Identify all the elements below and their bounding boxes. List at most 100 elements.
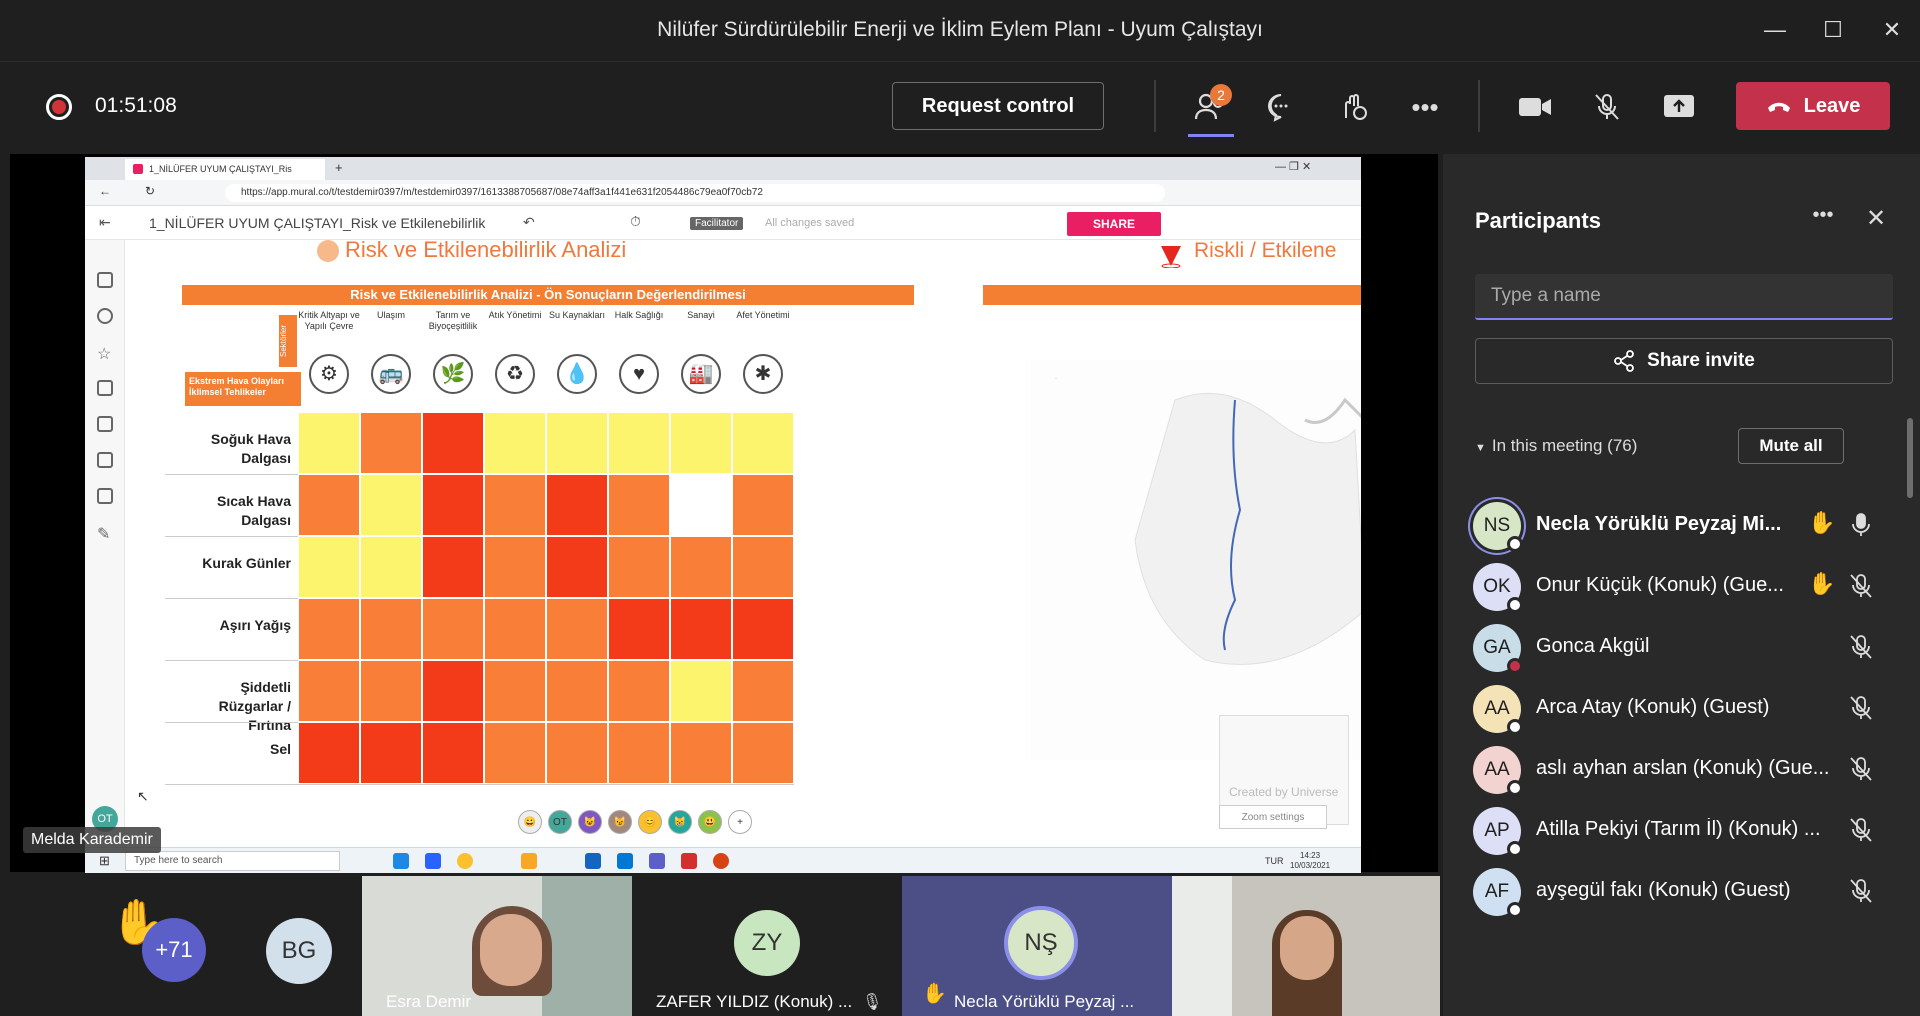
powerpoint-icon[interactable] <box>713 853 729 869</box>
risk-cell[interactable] <box>546 722 608 784</box>
risk-cell[interactable] <box>298 722 360 784</box>
risk-cell[interactable] <box>360 536 422 598</box>
share-invite-button[interactable]: Share invite <box>1475 338 1893 384</box>
risk-cell[interactable] <box>484 536 546 598</box>
mic-off-icon[interactable] <box>1848 878 1874 904</box>
risk-cell[interactable] <box>732 598 794 660</box>
exit-icon[interactable]: ⇤ <box>99 214 111 231</box>
mute-all-button[interactable]: Mute all <box>1738 428 1844 464</box>
collaborator-avatar[interactable]: 😼 <box>608 810 632 834</box>
minimize-icon[interactable]: — <box>1755 10 1795 50</box>
star-icon[interactable]: ☆ <box>97 344 113 363</box>
risk-cell[interactable] <box>360 412 422 474</box>
collaborator-avatar[interactable]: 😺 <box>578 810 602 834</box>
risk-cell[interactable] <box>670 474 732 536</box>
in-meeting-header[interactable]: ▼ In this meeting (76) <box>1475 436 1637 456</box>
browser-tab[interactable]: 1_NİLÜFER UYUM ÇALIŞTAYI_Ris <box>125 159 325 180</box>
participant-row[interactable]: AF ayşegül fakı (Konuk) (Guest) <box>1443 852 1903 927</box>
edge-icon[interactable] <box>393 853 409 869</box>
import-icon[interactable] <box>97 488 113 504</box>
video-tile-necla[interactable]: NŞ ✋ Necla Yörüklü Peyzaj ... <box>902 876 1172 1016</box>
risk-cell[interactable] <box>298 474 360 536</box>
risk-cell[interactable] <box>360 474 422 536</box>
risk-cell[interactable] <box>422 412 484 474</box>
mic-off-icon[interactable] <box>1848 573 1874 599</box>
windows-start-icon[interactable]: ⊞ <box>99 853 110 869</box>
participant-search-input[interactable] <box>1475 274 1893 320</box>
pencil-icon[interactable]: ✎ <box>97 524 113 543</box>
share-screen-icon[interactable] <box>1656 84 1702 130</box>
risk-cell[interactable] <box>484 722 546 784</box>
risk-cell[interactable] <box>608 722 670 784</box>
chat-icon[interactable] <box>1258 84 1304 130</box>
risk-cell[interactable] <box>422 722 484 784</box>
risk-cell[interactable] <box>670 722 732 784</box>
risk-cell[interactable] <box>422 474 484 536</box>
risk-cell[interactable] <box>546 412 608 474</box>
zoom-settings-button[interactable]: Zoom settings <box>1219 805 1327 829</box>
mic-icon[interactable] <box>1848 512 1874 538</box>
maximize-icon[interactable]: ☐ <box>1813 10 1853 50</box>
risk-cell[interactable] <box>670 536 732 598</box>
risk-cell[interactable] <box>608 536 670 598</box>
participants-icon[interactable]: 2 <box>1188 84 1234 130</box>
risk-cell[interactable] <box>670 598 732 660</box>
mural-board-title[interactable]: 1_NİLÜFER UYUM ÇALIŞTAYI_Risk ve Etkilen… <box>149 215 485 231</box>
word-icon[interactable] <box>585 853 601 869</box>
keyboard-language[interactable]: TUR <box>1265 856 1284 866</box>
risk-cell[interactable] <box>608 412 670 474</box>
mic-off-icon[interactable] <box>1848 756 1874 782</box>
undo-icon[interactable]: ↶ <box>523 214 535 231</box>
mural-canvas[interactable]: Risk ve Etkilenebilirlik Analizi Riskli … <box>125 240 1361 847</box>
risk-cell[interactable] <box>484 598 546 660</box>
teams-icon[interactable] <box>649 853 665 869</box>
risk-cell[interactable] <box>484 660 546 722</box>
panel-scrollbar[interactable] <box>1907 418 1913 498</box>
risk-cell[interactable] <box>360 722 422 784</box>
mic-off-icon[interactable] <box>1848 634 1874 660</box>
app-icon[interactable] <box>425 853 441 869</box>
collaborator-avatar[interactable]: 😀 <box>518 810 542 834</box>
risk-cell[interactable] <box>732 722 794 784</box>
risk-cell[interactable] <box>732 536 794 598</box>
risk-cell[interactable] <box>360 598 422 660</box>
image-icon[interactable] <box>97 416 113 432</box>
url-field[interactable]: https://app.mural.co/t/testdemir0397/m/t… <box>225 184 1165 202</box>
risk-cell[interactable] <box>546 474 608 536</box>
mic-off-icon[interactable] <box>1848 695 1874 721</box>
risk-cell[interactable] <box>546 660 608 722</box>
risk-cell[interactable] <box>298 412 360 474</box>
collaborator-avatar[interactable]: + <box>728 810 752 834</box>
risk-cell[interactable] <box>670 412 732 474</box>
risk-cell[interactable] <box>298 536 360 598</box>
reactions-icon[interactable] <box>1330 84 1376 130</box>
leave-button[interactable]: Leave <box>1736 82 1890 130</box>
mic-off-icon[interactable] <box>1584 84 1630 130</box>
browser-window-controls-icon[interactable]: — ❐ ✕ <box>1275 160 1311 173</box>
video-tile-guest[interactable] <box>1172 876 1440 1016</box>
library-icon[interactable] <box>97 452 113 468</box>
new-tab-icon[interactable]: + <box>335 160 343 175</box>
sticky-note-icon[interactable] <box>97 272 113 288</box>
risk-cell[interactable] <box>608 474 670 536</box>
risk-cell[interactable] <box>422 536 484 598</box>
risk-cell[interactable] <box>422 598 484 660</box>
timer-icon[interactable]: ⏱ <box>630 213 641 230</box>
mic-off-icon[interactable] <box>1848 817 1874 843</box>
back-icon[interactable]: ← <box>99 184 111 198</box>
overflow-count[interactable]: +71 <box>142 918 206 982</box>
file-explorer-icon[interactable] <box>521 853 537 869</box>
risk-cell[interactable] <box>546 598 608 660</box>
risk-cell[interactable] <box>298 660 360 722</box>
risk-cell[interactable] <box>732 660 794 722</box>
video-tile-esra[interactable]: Esra Demir <box>362 876 632 1016</box>
taskbar-search[interactable]: Type here to search <box>125 851 340 871</box>
pdf-icon[interactable] <box>681 853 697 869</box>
risk-cell[interactable] <box>298 598 360 660</box>
risk-cell[interactable] <box>670 660 732 722</box>
risk-cell[interactable] <box>732 474 794 536</box>
close-window-icon[interactable]: ✕ <box>1872 10 1912 50</box>
reload-icon[interactable]: ↻ <box>145 184 155 198</box>
collaborator-avatar[interactable]: 😃 <box>698 810 722 834</box>
grid-icon[interactable] <box>97 380 113 396</box>
